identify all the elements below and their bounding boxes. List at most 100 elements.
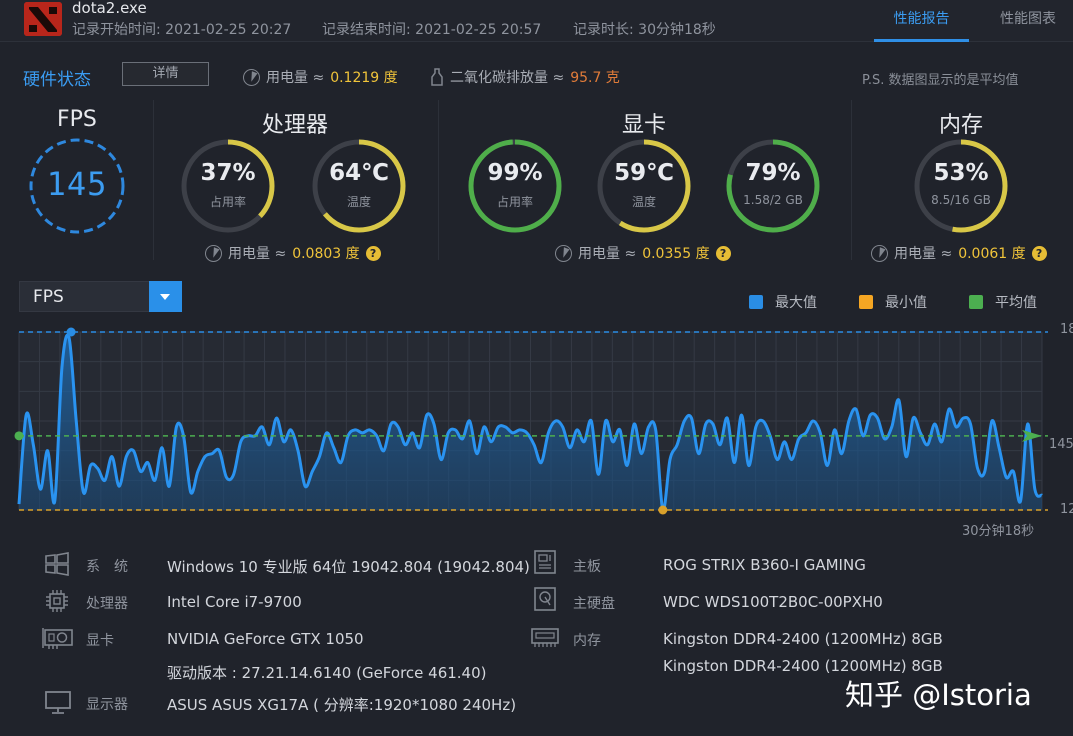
gpu-memory-gauge: 79% 1.58/2 GB [725,138,821,234]
legend-swatch-min [859,295,873,309]
cpu-title: 处理器 [262,113,329,138]
windows-icon [45,552,69,576]
co2-label: 二氧化碳排放量 ≈ [450,70,565,86]
average-note: P.S. 数据图显示的是平均值 [862,73,1019,88]
cpu-power-label: 用电量 ≈ [228,246,287,262]
cpu-power-value: 0.0803 度 [292,246,360,262]
metric-select-value: FPS [33,287,64,307]
cpu-icon [46,590,68,612]
motherboard-label: 主板 [573,559,601,575]
legend-max-label: 最大值 [775,295,817,311]
fps-title: FPS [57,107,97,132]
memory-power-value: 0.0061 度 [958,246,1026,262]
legend-avg-label: 平均值 [995,295,1037,311]
cpu-temp-value: 64℃ [329,160,389,186]
power-icon [243,68,260,86]
harddisk-icon [534,587,556,611]
memory-icon [531,628,559,647]
memory-usage-gauge: 53% 8.5/16 GB [913,138,1009,234]
co2-value: 95.7 克 [570,70,620,86]
gpu-icon [42,628,73,649]
cpu-usage-label: 占用率 [209,195,246,209]
harddisk-label: 主硬盘 [573,596,615,612]
help-icon[interactable]: ? [715,245,731,261]
monitor-icon [45,691,71,714]
gpu-usage-label: 占用率 [496,195,533,209]
power-icon [205,244,222,262]
cpu-label: 处理器 [86,596,128,612]
hardware-status-title: 硬件状态 [23,70,91,90]
legend-swatch-avg [969,295,983,309]
gpu-value: NVIDIA GeForce GTX 1050 [167,630,364,648]
legend-max: 最大值 [749,292,817,312]
motherboard-value: ROG STRIX B360-I GAMING [663,556,866,574]
harddisk-value: WDC WDS100T2B0C-00PXH0 [663,593,883,611]
gpu-power: 用电量 ≈ 0.0355 度 ? [555,243,731,263]
monitor-label: 显示器 [86,697,128,713]
memory-slot1-value: Kingston DDR4-2400 (1200MHz) 8GB [663,630,943,648]
gpu-label: 显卡 [86,633,114,649]
legend-avg: 平均值 [969,292,1037,312]
gpu-temp-label: 温度 [631,195,656,209]
fps-value: 145 [46,165,108,203]
gpu-usage-gauge: 99% 占用率 [467,138,563,234]
memory-power-label: 用电量 ≈ [894,246,953,262]
avg-start-point [14,431,24,441]
total-power: 用电量 ≈ 0.1219 度 [243,67,398,87]
panel-divider [153,100,154,260]
gpu-usage-value: 99% [487,160,543,186]
metric-select[interactable]: FPS [19,281,182,312]
gpu-memory-label: 1.58/2 GB [743,193,803,207]
panel-divider [438,100,439,260]
cpu-temp-label: 温度 [346,195,371,209]
tab-performance-report[interactable]: 性能报告 [874,8,969,42]
gpu-temp-gauge: 59℃ 温度 [596,138,692,234]
fps-chart [14,327,1048,515]
co2-bottle-icon [431,68,443,86]
duration-axis-label: 30分钟18秒 [962,524,1035,539]
avg-axis-label: 145 [1049,437,1073,452]
legend-swatch-max [749,295,763,309]
help-icon[interactable]: ? [365,245,381,261]
gpu-power-value: 0.0355 度 [642,246,710,262]
monitor-value: ASUS ASUS XG17A ( 分辨率:1920*1080 240Hz) [167,696,517,714]
chevron-down-icon[interactable] [149,281,182,312]
max-point [66,327,76,337]
fps-gauge: 145 [28,137,126,235]
cpu-power: 用电量 ≈ 0.0803 度 ? [205,243,381,263]
power-icon [555,244,572,262]
cpu-temp-gauge: 64℃ 温度 [311,138,407,234]
legend-min: 最小值 [859,292,927,312]
memory-title: 内存 [939,113,984,138]
watermark: 知乎 @Istoria [845,678,1032,712]
help-icon[interactable]: ? [1031,245,1047,261]
record-start-time: 记录开始时间: 2021-02-25 20:27 [72,22,292,38]
gpu-driver-value: 驱动版本 : 27.21.14.6140 (GeForce 461.40) [167,664,487,682]
min-axis-label: 12 [1060,502,1073,517]
gpu-title: 显卡 [622,113,667,138]
legend-min-label: 最小值 [885,295,927,311]
cpu-usage-value: 37% [200,160,256,186]
memory-usage-value: 53% [933,160,989,186]
memory-power: 用电量 ≈ 0.0061 度 ? [871,243,1047,263]
memory-label: 内存 [573,633,601,649]
power-icon [871,244,888,262]
record-end-time: 记录结束时间: 2021-02-25 20:57 [322,22,542,38]
os-value: Windows 10 专业版 64位 19042.804 (19042.804) [167,558,530,576]
gpu-memory-value: 79% [745,160,801,186]
title-bar: dota2.exe 记录开始时间: 2021-02-25 20:27 记录结束时… [0,0,1073,42]
co2-emission: 二氧化碳排放量 ≈ 95.7 克 [430,67,620,87]
max-axis-label: 18 [1060,322,1073,337]
record-duration: 记录时长: 30分钟18秒 [573,22,716,38]
dota2-logo-icon [24,2,62,36]
tab-performance-chart[interactable]: 性能图表 [1000,8,1056,28]
cpu-value: Intel Core i7-9700 [167,593,302,611]
gpu-temp-value: 59℃ [614,160,674,186]
panel-divider [851,100,852,260]
motherboard-icon [534,550,556,574]
os-label: 系 统 [86,559,128,575]
total-power-value: 0.1219 度 [330,70,398,86]
total-power-label: 用电量 ≈ [266,70,325,86]
min-point [658,505,668,515]
detail-button[interactable]: 详情 [122,62,209,86]
